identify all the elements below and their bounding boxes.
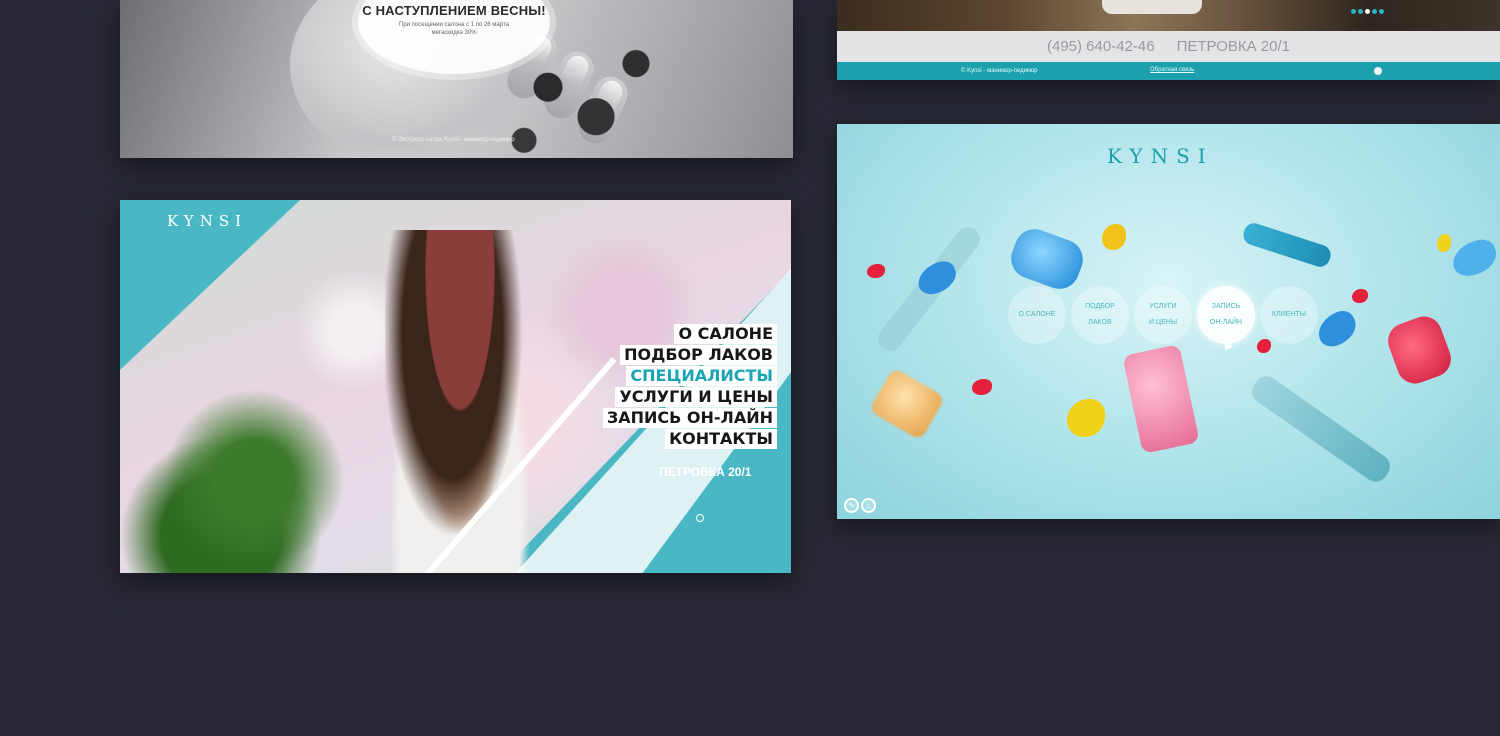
nail-file-photo <box>1247 371 1395 487</box>
nav-item-polish[interactable]: ПОДБОР ЛАКОВ <box>1071 286 1129 344</box>
kynsi-logo[interactable]: KYNSI <box>167 212 247 230</box>
petal <box>1067 399 1105 437</box>
promo-line-2: мегаскидка 30% <box>431 30 477 36</box>
contact-bar: (495) 640-42-46 ПЕТРОВКА 20/1 <box>837 31 1500 62</box>
nav-item-about[interactable]: О САЛОНЕ <box>1008 286 1066 344</box>
menu-item-contacts[interactable]: КОНТАКТЫ <box>665 429 777 449</box>
nav-label: И ЦЕНЫ <box>1148 319 1178 326</box>
menu-item-polish[interactable]: ПОДБОР ЛАКОВ <box>620 345 777 365</box>
yellow-polish-bottle <box>868 367 946 441</box>
salon-chair-photo <box>1102 0 1202 14</box>
nav-label: ЛАКОВ <box>1088 319 1112 326</box>
model-photo <box>385 230 535 573</box>
slider-dot[interactable] <box>1372 9 1377 14</box>
footer: © Kynsi - маникюр-педикюр Обратная связь <box>837 62 1500 80</box>
address-text: ПЕТРОВКА 20/1 <box>1176 38 1290 55</box>
nav-label: УСЛУГИ <box>1149 303 1177 310</box>
petal <box>1437 234 1451 252</box>
screenshot-contacts-footer: (495) 640-42-46 ПЕТРОВКА 20/1 © Kynsi - … <box>837 0 1500 80</box>
pink-polish-bottle <box>1122 344 1200 454</box>
menu-item-about[interactable]: О САЛОНЕ <box>674 324 777 344</box>
developer-logo-icon[interactable] <box>696 514 704 522</box>
nav-label: О САЛОНЕ <box>1018 311 1056 318</box>
rose-bracelet-photo <box>500 40 660 158</box>
screenshot-spring-model: KYNSI О САЛОНЕ ПОДБОР ЛАКОВ СПЕЦИАЛИСТЫ … <box>120 200 791 573</box>
address-text: ПЕТРОВКА 20/1 <box>659 465 752 479</box>
red-polish-bottle <box>1383 311 1456 389</box>
slider-dot[interactable] <box>1379 9 1384 14</box>
promo-text: При посещении салона с 1 по 26 марта мег… <box>358 21 550 37</box>
link-icon[interactable]: ✎ <box>844 498 859 513</box>
slider-dot[interactable] <box>1351 9 1356 14</box>
feedback-link[interactable]: Обратная связь <box>1150 67 1194 73</box>
nav-label: ОН-ЛАЙН <box>1209 319 1243 326</box>
petal <box>867 264 885 278</box>
blue-polish-bottle <box>1005 223 1089 295</box>
petal <box>972 379 992 395</box>
nav-label: ПОДБОР <box>1085 303 1115 310</box>
promo-line-1: При посещении салона с 1 по 26 марта <box>399 22 509 28</box>
nav-label: ЗАПИСЬ <box>1211 303 1241 310</box>
main-menu: О САЛОНЕ ПОДБОР ЛАКОВ СПЕЦИАЛИСТЫ УСЛУГИ… <box>602 324 777 450</box>
menu-item-services[interactable]: УСЛУГИ И ЦЕНЫ <box>615 387 777 407</box>
blue-polish-brush <box>1240 220 1334 270</box>
footer-copyright: © Kynsi - маникюр-педикюр <box>961 68 1038 74</box>
nav-label: КЛИЕНТЫ <box>1272 311 1306 318</box>
menu-item-specialists[interactable]: СПЕЦИАЛИСТЫ <box>626 366 777 386</box>
menu-item-booking[interactable]: ЗАПИСЬ ОН-ЛАЙН <box>602 408 777 428</box>
home-icon[interactable]: ⌂ <box>861 498 876 513</box>
petal <box>1352 289 1368 303</box>
nav-item-clients[interactable]: КЛИЕНТЫ <box>1260 286 1318 344</box>
slider-dots[interactable] <box>1351 9 1384 14</box>
slider-dot-active[interactable] <box>1365 9 1370 14</box>
phone-number[interactable]: (495) 640-42-46 <box>1047 38 1155 55</box>
circle-nav: О САЛОНЕ ПОДБОР ЛАКОВ УСЛУГИ И ЦЕНЫ ЗАПИСЬ… <box>1008 286 1318 344</box>
kynsi-logo[interactable]: KYNSI <box>1107 144 1214 168</box>
developer-logo-icon[interactable] <box>1374 67 1382 75</box>
nav-item-services[interactable]: УСЛУГИ И ЦЕНЫ <box>1134 286 1192 344</box>
petal <box>1102 224 1126 250</box>
nav-item-booking[interactable]: ЗАПИСЬ ОН-ЛАЙН <box>1197 286 1255 344</box>
copyright-text: © Экспресс-салон Kynsi - маникюр-педикюр <box>392 137 515 143</box>
petal <box>1447 235 1500 281</box>
promo-headline: С НАСТУПЛЕНИЕМ ВЕСНЫ! <box>362 3 546 18</box>
screenshot-spring-promo: С НАСТУПЛЕНИЕМ ВЕСНЫ! При посещении сало… <box>120 0 793 158</box>
petal <box>1312 306 1362 352</box>
slider-dot[interactable] <box>1358 9 1363 14</box>
screenshot-polish-menu: KYNSI О САЛОНЕ ПОДБОР ЛАКОВ УСЛУГИ И ЦЕНЫ … <box>837 124 1500 519</box>
